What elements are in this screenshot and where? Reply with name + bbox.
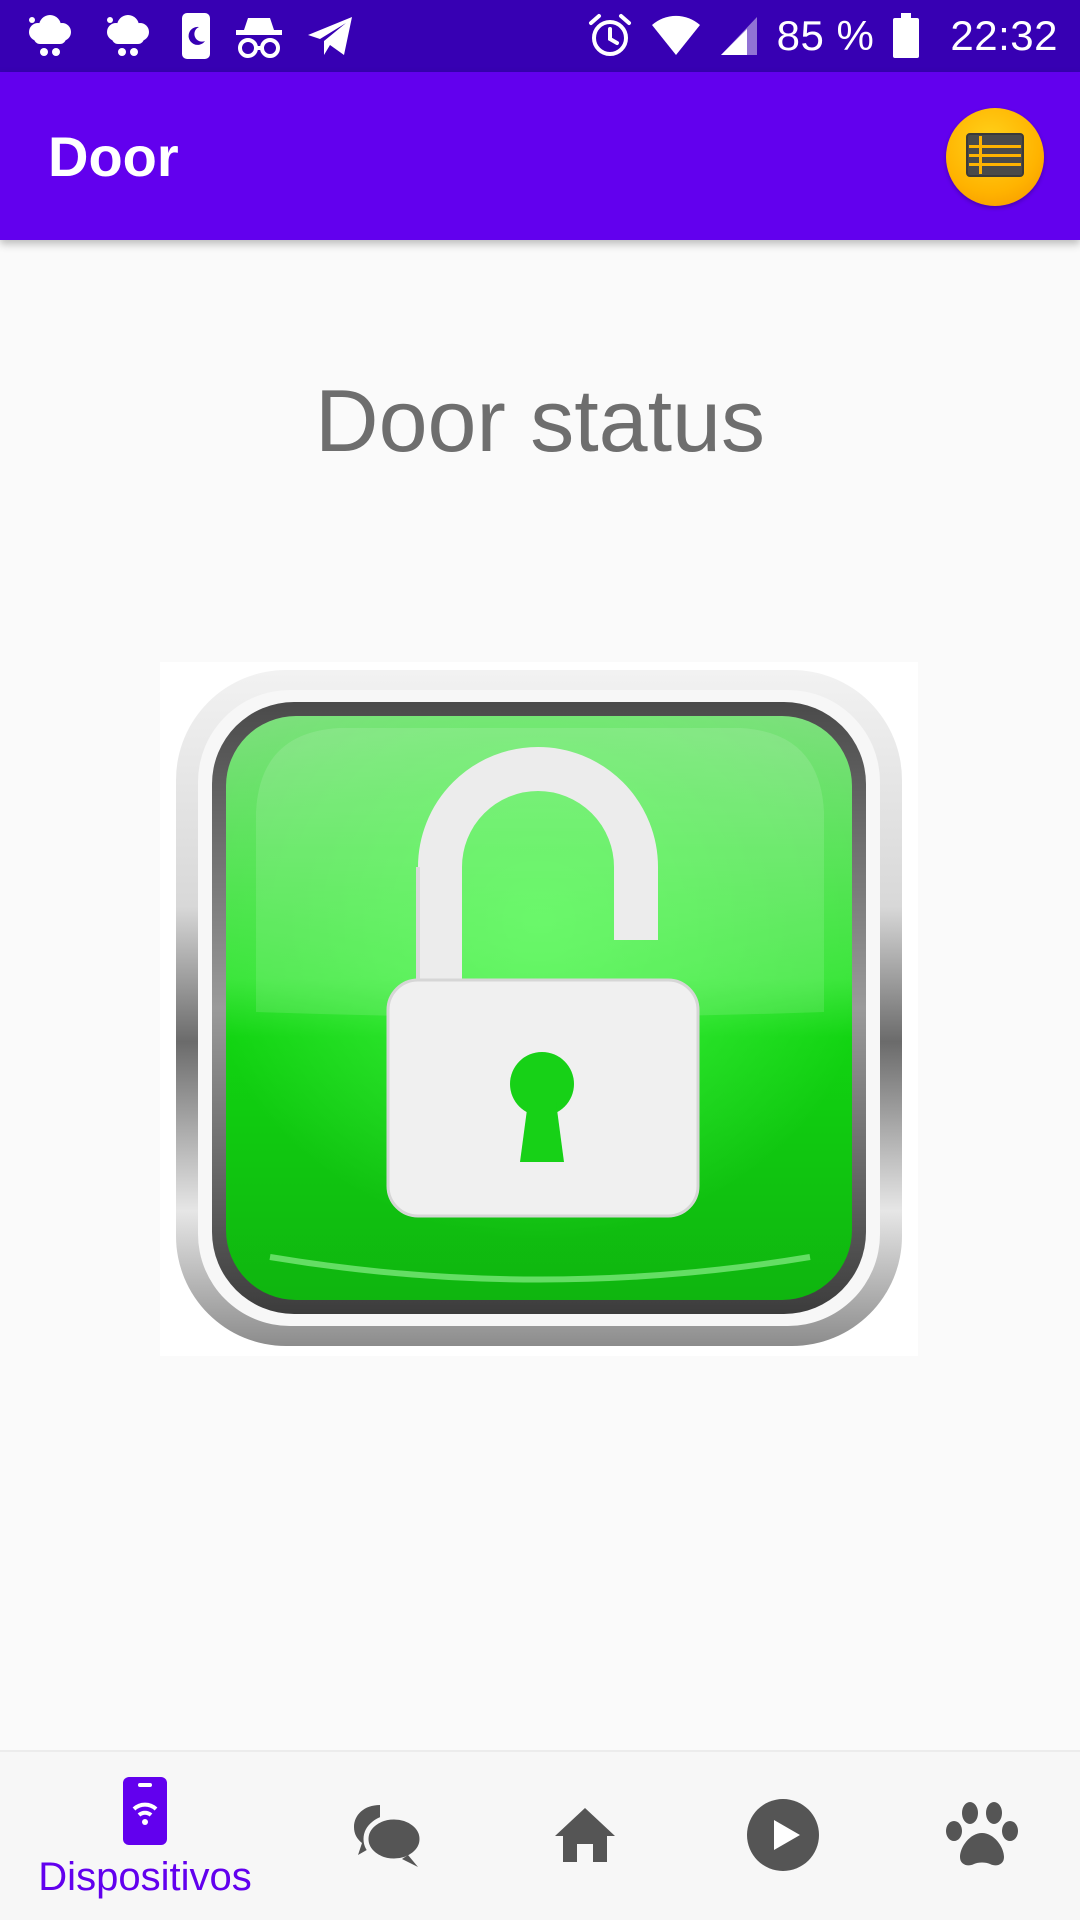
nav-item-pets[interactable] [912, 1752, 1052, 1920]
app-bar: Door [0, 72, 1080, 240]
door-status-heading: Door status [315, 371, 765, 470]
telegram-icon [306, 13, 356, 59]
phone-dnd-icon [180, 11, 212, 61]
unlocked-lock-image [160, 662, 918, 1356]
status-time: 22:32 [950, 12, 1058, 59]
weather-icon [102, 12, 158, 60]
alarm-icon [587, 13, 633, 59]
home-icon [553, 1806, 617, 1868]
battery-percentage: 85 % [776, 12, 875, 59]
nav-item-home[interactable] [518, 1752, 652, 1920]
battery-icon [892, 13, 920, 59]
paw-icon [944, 1801, 1020, 1873]
signal-icon [719, 15, 759, 57]
status-bar: 85 % 22:32 [0, 0, 1080, 72]
nav-item-chat[interactable] [318, 1752, 458, 1920]
app-screen: 85 % 22:32 Door Door status Dispositivos [0, 0, 1080, 1920]
incognito-icon [234, 12, 284, 60]
play-icon [746, 1798, 820, 1876]
status-right-icons: 85 % 22:32 [587, 8, 1058, 64]
menu-button[interactable] [946, 108, 1044, 206]
status-left-icons [24, 8, 356, 64]
nav-item-dispositivos[interactable]: Dispositivos [20, 1752, 270, 1920]
list-icon [965, 132, 1025, 182]
wifi-icon [651, 15, 701, 57]
chat-icon [350, 1801, 426, 1873]
weather-icon [24, 12, 80, 60]
app-title: Door [48, 125, 179, 188]
bottom-navigation: Dispositivos [0, 1750, 1080, 1920]
phone-wifi-icon [121, 1775, 169, 1851]
nav-label-dispositivos: Dispositivos [38, 1854, 252, 1899]
nav-item-play[interactable] [712, 1752, 854, 1920]
